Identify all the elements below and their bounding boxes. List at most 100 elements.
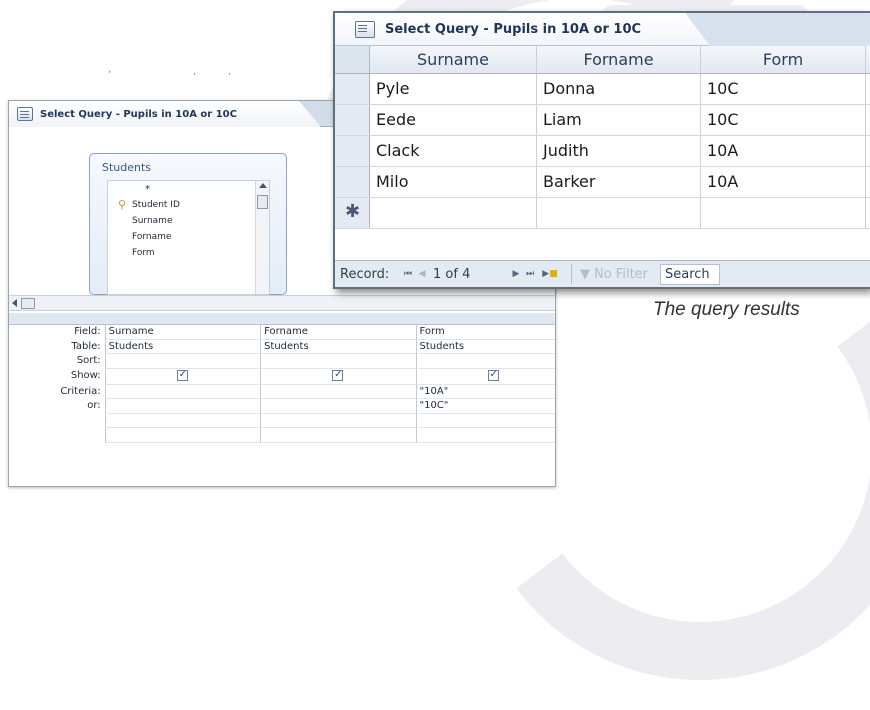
grid-row-label: Field: — [74, 326, 101, 337]
row-selector[interactable] — [335, 74, 370, 104]
scroll-thumb[interactable] — [257, 195, 268, 209]
grid-cell[interactable] — [260, 413, 416, 428]
grid-cell[interactable]: Students — [104, 339, 261, 354]
grid-row-label — [9, 428, 105, 443]
grid-cell — [415, 368, 555, 385]
row-selector[interactable] — [335, 136, 370, 166]
grid-cell[interactable] — [415, 354, 555, 369]
pane-splitter[interactable] — [9, 313, 555, 325]
show-checkbox[interactable] — [332, 369, 344, 382]
cell-form[interactable] — [701, 198, 866, 228]
field-list-scrollbar[interactable] — [255, 181, 269, 294]
grid-cell[interactable] — [104, 413, 261, 428]
cell-surname[interactable]: Pyle — [370, 74, 537, 104]
table-row[interactable]: Clack Judith 10A — [335, 136, 870, 167]
datasheet-header: Surname Forname Form — [335, 46, 870, 74]
grid-cell[interactable]: Form — [415, 325, 555, 340]
results-tab[interactable]: Select Query - Pupils in 10A or 10C — [335, 13, 710, 46]
column-header-forname[interactable]: Forname — [537, 46, 701, 73]
grid-cell[interactable]: Surname — [104, 325, 261, 340]
cell-partial[interactable] — [866, 198, 870, 228]
previous-record-icon[interactable]: ◀ — [415, 269, 429, 279]
stray-mark: ʼ — [108, 70, 112, 81]
field-list-title: Students — [102, 161, 152, 174]
cell-forname[interactable]: Donna — [537, 74, 701, 104]
grid-cell[interactable] — [260, 428, 416, 443]
grid-cell[interactable] — [415, 413, 555, 428]
column-header-form[interactable]: Form — [701, 46, 866, 73]
primary-key-icon: ⚲ — [118, 198, 127, 211]
cell-partial[interactable] — [866, 74, 870, 104]
search-input[interactable]: Search — [660, 263, 720, 285]
table-row[interactable]: Milo Barker 10A — [335, 167, 870, 198]
field-item-all[interactable]: * — [108, 181, 269, 197]
filter-label: No Filter — [594, 266, 649, 282]
cell-forname[interactable]: Barker — [537, 167, 701, 197]
cell-surname[interactable]: Eede — [370, 105, 537, 135]
scroll-left-arrow-icon[interactable] — [12, 299, 17, 307]
new-record-row[interactable]: ✱ — [335, 198, 870, 229]
grid-cell[interactable]: Students — [260, 339, 416, 354]
design-tab[interactable]: Select Query - Pupils in 10A or 10C — [9, 101, 321, 127]
grid-cell — [260, 368, 416, 385]
select-all-corner[interactable] — [335, 46, 370, 73]
field-list-students[interactable]: Students * ⚲ Student ID Surname Forname … — [89, 153, 287, 295]
grid-cell[interactable]: "10A" — [415, 384, 555, 399]
query-icon — [17, 107, 33, 121]
cell-surname[interactable]: Clack — [370, 136, 537, 166]
cell-form[interactable]: 10C — [701, 105, 866, 135]
grid-cell[interactable] — [260, 354, 416, 369]
grid-row-show: Show: — [9, 368, 555, 385]
results-titlebar: Select Query - Pupils in 10A or 10C — [335, 13, 870, 46]
grid-cell[interactable] — [104, 428, 261, 443]
grid-cell[interactable] — [104, 354, 261, 369]
row-selector[interactable]: ✱ — [335, 198, 370, 228]
cell-form[interactable]: 10A — [701, 136, 866, 166]
grid-cell[interactable]: Students — [415, 339, 555, 354]
row-selector[interactable] — [335, 167, 370, 197]
field-item-forname[interactable]: Forname — [108, 229, 269, 245]
show-checkbox[interactable] — [487, 369, 499, 382]
horizontal-scrollbar[interactable] — [9, 295, 555, 311]
grid-cell[interactable] — [104, 384, 261, 399]
scroll-thumb[interactable] — [21, 298, 35, 309]
cell-partial[interactable] — [866, 136, 870, 166]
table-row[interactable]: Eede Liam 10C — [335, 105, 870, 136]
cell-forname[interactable]: Judith — [537, 136, 701, 166]
cell-forname[interactable]: Liam — [537, 105, 701, 135]
funnel-icon: ▼ — [580, 266, 590, 282]
grid-cell[interactable]: Forname — [260, 325, 416, 340]
column-header-partial[interactable] — [866, 46, 870, 73]
field-item-student-id[interactable]: ⚲ Student ID — [108, 197, 269, 213]
grid-cell[interactable]: "10C" — [415, 399, 555, 414]
cell-form[interactable]: 10A — [701, 167, 866, 197]
new-record-button-icon[interactable]: ▶■ — [537, 269, 563, 279]
table-row[interactable]: Pyle Donna 10C — [335, 74, 870, 105]
cell-surname[interactable] — [370, 198, 537, 228]
cell-partial[interactable] — [866, 105, 870, 135]
grid-cell[interactable] — [104, 399, 261, 414]
grid-cell[interactable] — [260, 399, 416, 414]
show-checkbox[interactable] — [176, 369, 188, 382]
record-position-field[interactable]: 1 of 4 — [429, 267, 499, 282]
cell-forname[interactable] — [537, 198, 701, 228]
first-record-icon[interactable]: ⏮ — [401, 269, 415, 279]
cell-surname[interactable]: Milo — [370, 167, 537, 197]
figure-caption: The query results — [653, 299, 800, 320]
scroll-up-arrow-icon[interactable] — [259, 183, 267, 188]
last-record-icon[interactable]: ⏭ — [523, 269, 537, 279]
cell-form[interactable]: 10C — [701, 74, 866, 104]
field-item-surname[interactable]: Surname — [108, 213, 269, 229]
row-selector[interactable] — [335, 105, 370, 135]
grid-row-sort: Sort: — [9, 354, 555, 369]
field-item-form[interactable]: Form — [108, 245, 269, 261]
cell-partial[interactable] — [866, 167, 870, 197]
grid-cell[interactable] — [260, 384, 416, 399]
column-header-surname[interactable]: Surname — [370, 46, 537, 73]
grid-row-label: or: — [87, 400, 101, 411]
record-label: Record: — [340, 266, 390, 282]
next-record-icon[interactable]: ▶ — [509, 269, 523, 279]
filter-toggle[interactable]: ▼ No Filter — [580, 267, 660, 282]
field-item-label: Student ID — [132, 200, 180, 210]
grid-cell[interactable] — [415, 428, 555, 443]
